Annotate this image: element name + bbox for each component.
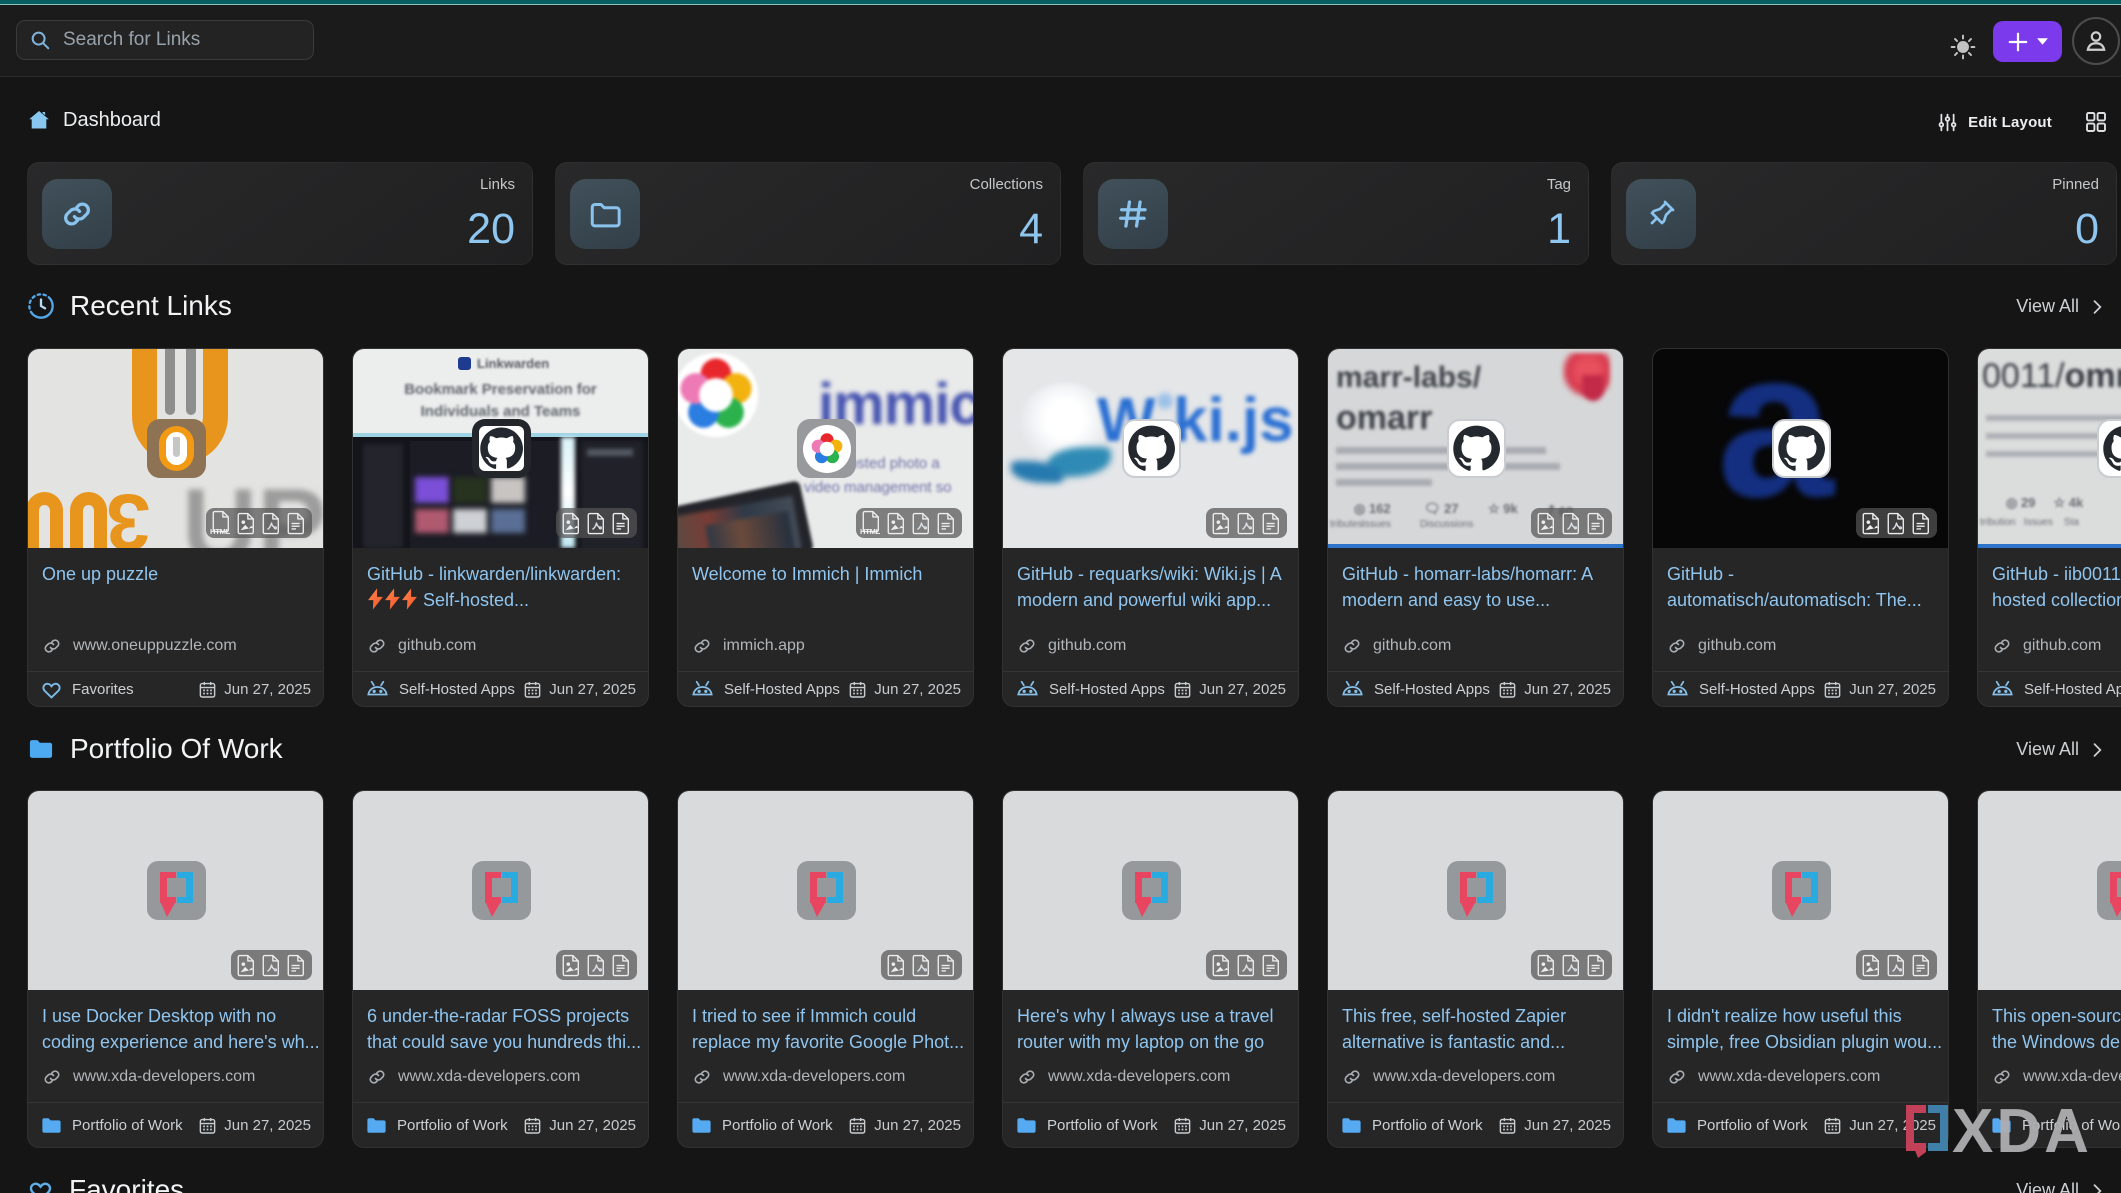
svg-text:XDA: XDA	[1952, 1097, 2092, 1161]
